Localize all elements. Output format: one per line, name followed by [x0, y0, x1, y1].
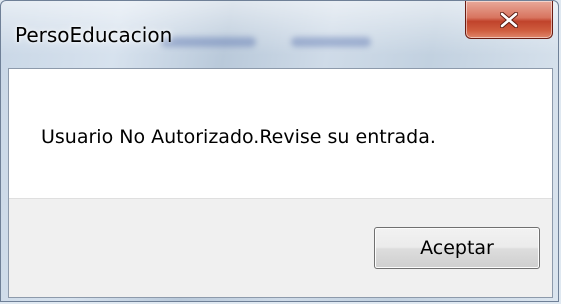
button-area: Aceptar [9, 198, 552, 297]
dialog-content: Usuario No Autorizado.Revise su entrada.… [8, 68, 553, 298]
message-box-window: PersoEducacion Usuario No Autorizado.Rev… [0, 0, 559, 302]
window-title: PersoEducacion [15, 23, 173, 47]
message-text: Usuario No Autorizado.Revise su entrada. [41, 126, 436, 148]
close-button[interactable] [465, 1, 553, 39]
accept-button[interactable]: Aceptar [374, 227, 540, 269]
glass-reflection [161, 37, 256, 47]
glass-reflection [291, 37, 371, 47]
title-bar[interactable]: PersoEducacion [1, 1, 558, 63]
close-icon [500, 11, 518, 28]
